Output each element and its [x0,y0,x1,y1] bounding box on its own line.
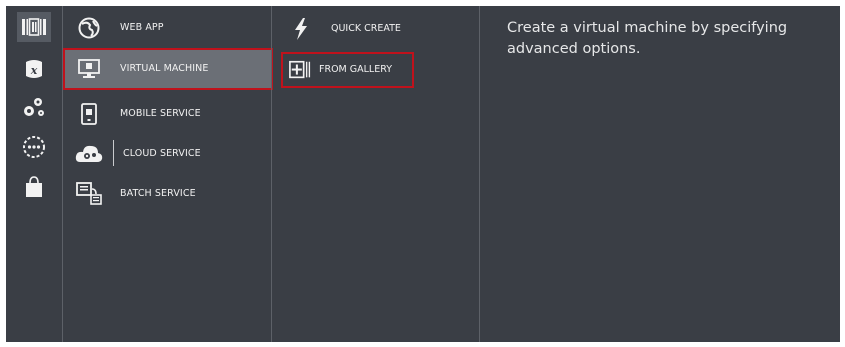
service-item-mobile-service[interactable]: MOBILE SERVICE [63,94,271,134]
virtual-machine-monitor-icon [75,57,103,81]
service-label: BATCH SERVICE [120,188,196,199]
service-item-batch-service[interactable]: BATCH SERVICE [63,174,271,214]
service-list: WEB APP VIRTUAL MACHINE MOBILE SERVICE C… [63,6,273,342]
all-items-icon [22,18,46,36]
web-app-globe-icon [75,16,103,40]
create-options-list: QUICK CREATE FROM GALLERY [272,6,479,342]
option-from-gallery[interactable]: FROM GALLERY [281,52,414,88]
rail-item-all[interactable] [17,12,51,42]
cloud-services-gears-icon [24,98,44,116]
service-item-cloud-service[interactable]: CLOUD SERVICE [63,134,271,174]
description-panel: Create a virtual machine by specifying a… [480,6,840,342]
rail-item-network-services[interactable] [18,132,50,162]
option-label: FROM GALLERY [319,64,393,75]
service-label: VIRTUAL MACHINE [120,63,209,74]
store-bag-icon [26,176,42,197]
svg-text:x: x [30,64,38,77]
service-label: MOBILE SERVICE [120,108,201,119]
rail-item-app-services[interactable] [18,92,50,122]
sql-database-icon: x [26,60,42,78]
option-quick-create[interactable]: QUICK CREATE [284,12,414,46]
service-label: WEB APP [120,22,164,33]
category-rail: x [6,6,62,342]
mobile-service-icon [75,102,103,126]
networking-circle-icon [23,136,45,158]
rail-item-store[interactable] [18,172,50,202]
cloud-service-separator [113,140,114,166]
cloud-service-icon [75,142,103,166]
batch-service-icon [75,182,103,206]
rail-item-data-services[interactable]: x [18,54,50,84]
service-item-virtual-machine[interactable]: VIRTUAL MACHINE [63,48,273,90]
lightning-bolt-icon [290,18,312,40]
service-label: CLOUD SERVICE [123,148,201,159]
add-box-icon [289,59,311,81]
option-label: QUICK CREATE [331,23,401,34]
service-item-web-app[interactable]: WEB APP [63,8,271,48]
option-description: Create a virtual machine by specifying a… [507,20,788,57]
new-resource-panel: x WEB APP VIRTUAL MACHINE MOBILE SERVICE… [6,6,840,342]
